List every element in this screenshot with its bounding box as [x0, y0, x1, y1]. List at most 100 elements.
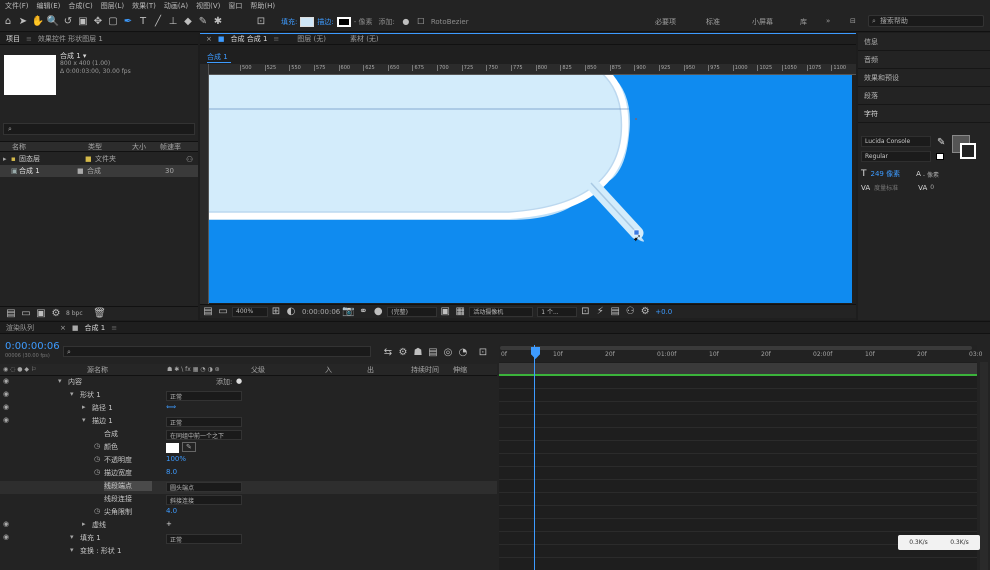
- zoom-dropdown[interactable]: 400%: [232, 306, 268, 317]
- camera-dropdown[interactable]: 活动摄像机: [469, 306, 534, 317]
- timeline-property-row[interactable]: ◉ ▾ 形状 1 正常: [0, 390, 497, 403]
- workspace-essentials[interactable]: 必要项: [655, 17, 676, 27]
- visibility-eye-icon[interactable]: ◉: [3, 403, 11, 411]
- col-stretch[interactable]: 伸缩: [453, 365, 467, 375]
- mask-icon[interactable]: ◐: [284, 305, 298, 319]
- stopwatch-icon[interactable]: ◷: [94, 442, 100, 450]
- tab-effect-controls[interactable]: 效果控件 形状图层 1: [38, 34, 103, 44]
- col-duration[interactable]: 持续时间: [411, 365, 453, 375]
- col-source-name[interactable]: 源名称: [87, 365, 167, 375]
- property-dropdown[interactable]: 正常: [166, 417, 242, 427]
- workspace-more-icon[interactable]: »: [826, 17, 830, 25]
- camera-tool-icon[interactable]: ▣: [76, 15, 90, 29]
- frame-blending-icon[interactable]: ▤: [426, 345, 440, 359]
- timeline-property-row[interactable]: ▾ 变换 : 形状 1: [0, 546, 497, 559]
- menu-edit[interactable]: 编辑(E): [37, 1, 61, 11]
- add-circle-icon[interactable]: ●: [399, 15, 413, 29]
- expand-arrow-icon[interactable]: ▸: [82, 520, 86, 528]
- timeline-property-row[interactable]: ◷ 颜色 ✎: [0, 442, 497, 455]
- character-panel-header[interactable]: 字符: [858, 105, 990, 123]
- timeline-property-row[interactable]: ◉ ▸ 虚线 +: [0, 520, 497, 533]
- clone-stamp-tool-icon[interactable]: ⊥: [166, 15, 180, 29]
- menu-window[interactable]: 窗口: [228, 1, 242, 11]
- pan-behind-tool-icon[interactable]: ✥: [91, 15, 105, 29]
- col-name[interactable]: 名称: [12, 142, 88, 152]
- visibility-eye-icon[interactable]: ◉: [3, 390, 11, 398]
- color-channel-icon[interactable]: ⚭: [356, 305, 370, 319]
- col-type[interactable]: 类型: [88, 142, 132, 152]
- timeline-scrollbar[interactable]: [980, 362, 988, 570]
- new-folder-icon[interactable]: ▭: [19, 307, 33, 321]
- composition-canvas[interactable]: [209, 75, 852, 303]
- settings-icon[interactable]: ⚙: [49, 307, 63, 321]
- menu-file[interactable]: 文件(F): [5, 1, 29, 11]
- tab-project[interactable]: 项目: [6, 34, 20, 44]
- show-channel-icon[interactable]: ●: [371, 305, 385, 319]
- add-dash-icon[interactable]: +: [166, 520, 172, 528]
- timeline-property-row[interactable]: ◷ 不透明度 100%: [0, 455, 497, 468]
- tab-composition[interactable]: 合成 合成 1: [231, 34, 268, 44]
- eyedropper-icon[interactable]: ✎: [937, 137, 945, 148]
- eraser-tool-icon[interactable]: ◆: [181, 15, 195, 29]
- menu-help[interactable]: 帮助(H): [250, 1, 275, 11]
- property-value[interactable]: 4.0: [166, 507, 177, 515]
- trash-icon[interactable]: 🗑: [93, 307, 107, 321]
- effects-presets-panel-header[interactable]: 效果和预设: [858, 69, 990, 87]
- tab-render-queue[interactable]: 渲染队列: [6, 323, 34, 333]
- visibility-eye-icon[interactable]: ◉: [3, 377, 11, 385]
- timeline-property-row[interactable]: 合成 在同组中前一个之下: [0, 429, 497, 442]
- current-time[interactable]: 0:00:00:06: [302, 308, 340, 316]
- fast-previews-icon[interactable]: ⚡: [593, 305, 607, 319]
- expand-arrow-icon[interactable]: ▾: [82, 416, 86, 424]
- help-search-box[interactable]: ⌕ 搜索帮助: [868, 15, 984, 27]
- expand-arrow-icon[interactable]: ▸: [82, 403, 86, 411]
- exposure-value[interactable]: +0.0: [655, 308, 672, 316]
- brush-tool-icon[interactable]: ╱: [151, 15, 165, 29]
- flowchart-icon[interactable]: ⚇: [186, 155, 193, 164]
- font-size-value[interactable]: 249 像素: [871, 169, 901, 179]
- expand-arrow-icon[interactable]: ▾: [70, 546, 74, 554]
- path-icon[interactable]: ⟺: [166, 403, 176, 411]
- timeline-property-row[interactable]: ◉ ▾ 填充 1 正常: [0, 533, 497, 546]
- draft-3d-icon[interactable]: ⚙: [396, 345, 410, 359]
- stroke-width-value[interactable]: - 像素: [354, 17, 373, 27]
- paragraph-panel-header[interactable]: 段落: [858, 87, 990, 105]
- property-dropdown[interactable]: 斜接连接: [166, 495, 242, 505]
- col-parent[interactable]: 父级: [251, 365, 325, 375]
- stroke-color-swatch[interactable]: [336, 16, 351, 27]
- hand-tool-icon[interactable]: ✋: [31, 15, 45, 29]
- audio-panel-header[interactable]: 音频: [858, 51, 990, 69]
- expand-arrow-icon[interactable]: ▾: [58, 377, 62, 385]
- timeline-property-row[interactable]: ◷ 尖角限制 4.0: [0, 507, 497, 520]
- stopwatch-icon[interactable]: ◷: [94, 468, 100, 476]
- list-item[interactable]: ▸ ▪ 固态层 ■ 文件夹: [0, 153, 198, 165]
- col-size[interactable]: 大小: [132, 142, 160, 152]
- eyedropper-icon[interactable]: ✎: [182, 442, 196, 452]
- white-swatch[interactable]: [936, 153, 944, 160]
- project-search-input[interactable]: ⌕: [3, 123, 195, 135]
- expand-arrow-icon[interactable]: ▸: [3, 155, 11, 163]
- views-dropdown[interactable]: 1 个...: [537, 306, 578, 317]
- add-menu-label[interactable]: 添加:: [216, 377, 232, 387]
- snapshot-icon[interactable]: 📷: [341, 305, 355, 319]
- expand-arrow-icon[interactable]: ▾: [70, 533, 74, 541]
- menu-effect[interactable]: 效果(T): [132, 1, 156, 11]
- selection-tool-icon[interactable]: ➤: [16, 15, 30, 29]
- flowchart-icon[interactable]: ⚇: [623, 305, 637, 319]
- monitor-icon[interactable]: ▭: [216, 305, 230, 319]
- shy-icon[interactable]: ☗: [411, 345, 425, 359]
- timeline-icon[interactable]: ▤: [608, 305, 622, 319]
- stopwatch-icon[interactable]: ◷: [94, 507, 100, 515]
- add-circle-icon[interactable]: ●: [236, 377, 242, 385]
- playhead-line[interactable]: [534, 345, 535, 570]
- leading-value[interactable]: - 像素: [923, 170, 939, 179]
- rectangle-tool-icon[interactable]: ▢: [106, 15, 120, 29]
- reset-exposure-icon[interactable]: ⚙: [638, 305, 652, 319]
- kerning-value[interactable]: 度量标准: [874, 183, 898, 192]
- comp-mini-flowchart-icon[interactable]: ⇆: [381, 345, 395, 359]
- property-value[interactable]: 8.0: [166, 468, 177, 476]
- timeline-property-row[interactable]: ◉ ▾ 内容 添加: ●: [0, 377, 497, 390]
- property-dropdown[interactable]: 正常: [166, 534, 242, 544]
- timeline-property-row[interactable]: ◉ ▾ 描边 1 正常: [0, 416, 497, 429]
- tab-footage[interactable]: 素材 (无): [350, 34, 379, 44]
